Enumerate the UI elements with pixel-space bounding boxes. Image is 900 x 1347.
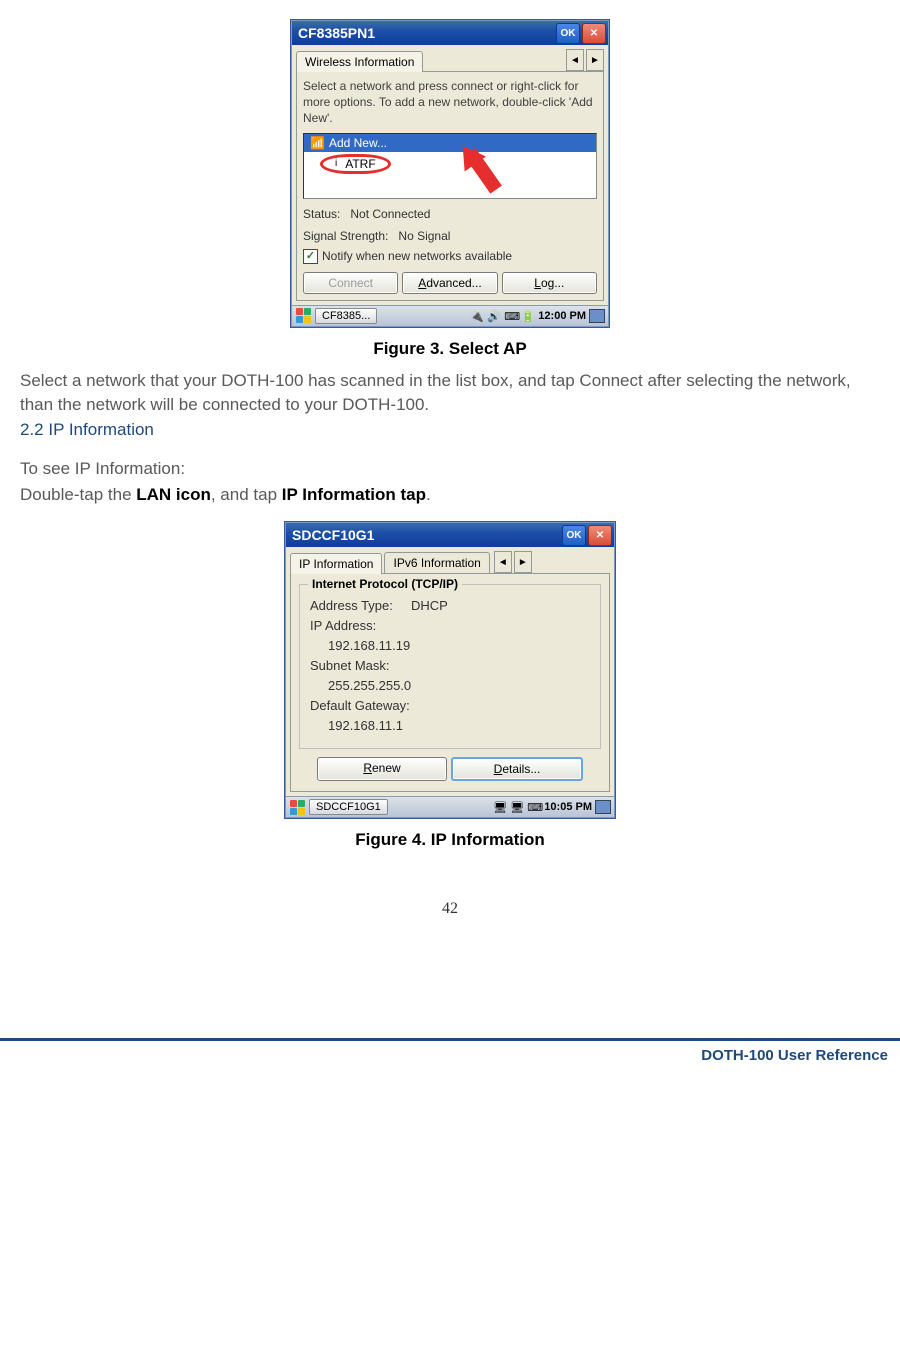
taskbar-clock: 10:05 PM — [544, 801, 592, 813]
close-icon[interactable]: ✕ — [588, 525, 612, 546]
default-gateway-value: 192.168.11.1 — [328, 718, 590, 733]
window-title: SDCCF10G1 — [292, 527, 374, 543]
taskbar-app-button[interactable]: CF8385... — [315, 308, 377, 324]
tab-scroll-left-icon[interactable]: ◄ — [566, 49, 584, 71]
page-number: 42 — [20, 900, 880, 918]
tcp-ip-fieldset: Internet Protocol (TCP/IP) Address Type:… — [299, 584, 601, 749]
ip-info-tap-instruction: IP Information tap — [282, 485, 426, 504]
close-icon[interactable]: ✕ — [582, 23, 606, 44]
paragraph-double-tap: Double-tap the LAN icon, and tap IP Info… — [20, 483, 880, 508]
signal-row: Signal Strength: No Signal — [303, 229, 597, 243]
status-row: Status: Not Connected — [303, 207, 597, 221]
ip-address-value: 192.168.11.19 — [328, 638, 590, 653]
desktop-icon[interactable] — [595, 800, 611, 814]
address-type-row: Address Type: DHCP — [310, 598, 590, 613]
desktop-icon[interactable] — [589, 309, 605, 323]
keyboard-icon[interactable]: ⌨ — [504, 310, 518, 322]
battery-icon[interactable]: 🔋 — [521, 310, 535, 322]
footer-text: DOTH-100 User Reference — [701, 1047, 888, 1064]
paragraph-to-see-ip: To see IP Information: — [20, 457, 880, 482]
ip-address-label: IP Address: — [310, 618, 590, 633]
default-gateway-label: Default Gateway: — [310, 698, 590, 713]
tab-scroll-left-icon[interactable]: ◄ — [494, 551, 512, 573]
keyboard-icon[interactable]: ⌨ — [527, 801, 541, 813]
volume-icon[interactable]: 🔊 — [487, 310, 501, 322]
tab-ipv6-information[interactable]: IPv6 Information — [384, 552, 489, 573]
antenna-icon: i — [335, 158, 337, 169]
section-ip-information-heading: 2.2 IP Information — [20, 420, 880, 440]
ip-information-window: SDCCF10G1 OK ✕ IP Information IPv6 Infor… — [285, 522, 615, 818]
wireless-card-icon: 📶 — [310, 136, 325, 150]
instruction-text: Select a network and press connect or ri… — [303, 78, 597, 127]
start-icon[interactable] — [289, 799, 305, 815]
ok-button[interactable]: OK — [556, 23, 580, 44]
fieldset-legend: Internet Protocol (TCP/IP) — [308, 577, 462, 591]
network-icon[interactable]: 🖥 — [493, 801, 507, 813]
wireless-info-window: CF8385PN1 OK ✕ Wireless Information ◄ ► … — [291, 20, 609, 327]
tab-scroll-right-icon[interactable]: ► — [586, 49, 604, 71]
figure-3-caption: Figure 3. Select AP — [20, 339, 880, 359]
ok-button[interactable]: OK — [562, 525, 586, 546]
subnet-mask-label: Subnet Mask: — [310, 658, 590, 673]
window-title: CF8385PN1 — [298, 25, 375, 41]
start-icon[interactable] — [295, 308, 311, 324]
tab-scroll-right-icon[interactable]: ► — [514, 551, 532, 573]
network-listbox[interactable]: 📶 Add New... i ATRF — [303, 133, 597, 199]
notify-checkbox[interactable]: ✓ — [303, 249, 318, 264]
title-bar: SDCCF10G1 OK ✕ — [286, 523, 614, 547]
taskbar-clock: 12:00 PM — [538, 310, 586, 322]
network-disconnected-icon[interactable]: 🔌 — [470, 310, 484, 322]
list-item-add-new[interactable]: 📶 Add New... — [304, 134, 596, 152]
wireless-info-tab[interactable]: Wireless Information — [296, 51, 423, 72]
title-bar: CF8385PN1 OK ✕ — [292, 21, 608, 45]
paragraph-select-network: Select a network that your DOTH-100 has … — [20, 369, 880, 418]
subnet-mask-value: 255.255.255.0 — [328, 678, 590, 693]
footer: DOTH-100 User Reference — [0, 1038, 900, 1074]
taskbar: SDCCF10G1 🖥 🖥 ⌨ 10:05 PM — [286, 796, 614, 817]
details-button[interactable]: Details... — [451, 757, 583, 781]
advanced-button[interactable]: Advanced... — [402, 272, 497, 294]
tab-ip-information[interactable]: IP Information — [290, 553, 382, 574]
renew-button[interactable]: Renew — [317, 757, 447, 781]
taskbar: CF8385... 🔌 🔊 ⌨ 🔋 12:00 PM — [292, 305, 608, 326]
figure-4-caption: Figure 4. IP Information — [20, 830, 880, 850]
network-icon-2[interactable]: 🖥 — [510, 801, 524, 813]
taskbar-app-button[interactable]: SDCCF10G1 — [309, 799, 388, 815]
connect-button[interactable]: Connect — [303, 272, 398, 294]
annotation-arrow-icon — [416, 156, 486, 200]
log-button[interactable]: Log... — [502, 272, 597, 294]
notify-label: Notify when new networks available — [322, 249, 512, 263]
